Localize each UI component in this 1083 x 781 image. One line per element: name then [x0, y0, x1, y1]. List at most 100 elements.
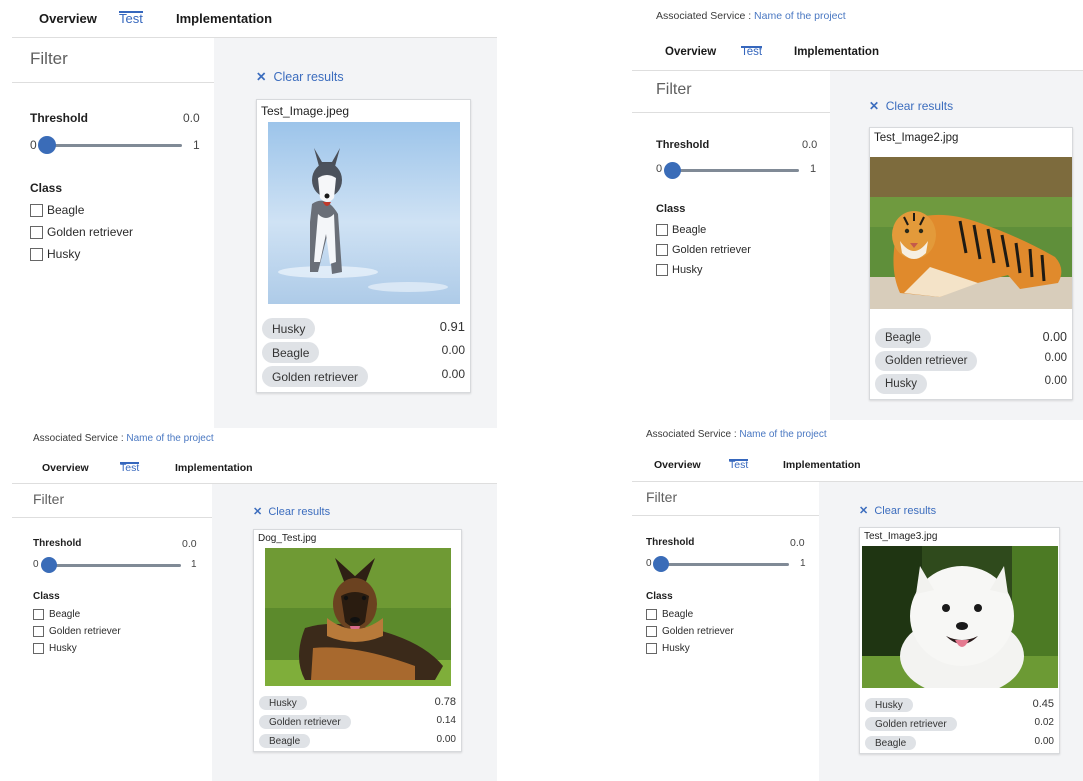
german-shepherd-photo [265, 548, 451, 686]
prediction-score: 0.02 [1034, 717, 1054, 728]
threshold-slider-track[interactable] [666, 169, 799, 172]
prediction-label-pill: Beagle [865, 736, 917, 750]
tab-overview[interactable]: Overview [654, 459, 701, 471]
threshold-slider-handle[interactable] [664, 162, 681, 179]
filter-divider [632, 112, 830, 113]
tiger-photo [870, 157, 1072, 309]
project-name-link[interactable]: Name of the project [126, 433, 213, 444]
checkbox[interactable] [656, 243, 668, 256]
clear-results-label: Clear results [874, 505, 937, 517]
associated-service: Associated Service : Name of the project [646, 429, 827, 440]
result-card: Dog_Test.jpg Husky 0.78 Golden retriever… [253, 529, 462, 752]
checkbox[interactable] [30, 203, 43, 217]
class-label: Class [30, 181, 63, 195]
result-card: Test_Image2.jpg Beagle 0.00 Golden retri… [869, 127, 1073, 400]
close-icon: ✕ [859, 505, 869, 517]
checkbox[interactable] [30, 225, 43, 239]
slider-min-label: 0 [33, 559, 39, 570]
prediction-label-pill: Golden retriever [262, 366, 369, 387]
checkbox[interactable] [656, 263, 668, 276]
tab-bar: Overview Test Implementation [0, 454, 497, 484]
prediction-score: 0.78 [434, 696, 456, 708]
checkbox[interactable] [33, 608, 44, 620]
threshold-slider-track[interactable] [40, 144, 182, 147]
classifier-panel-tiger: Associated Service : Name of the project… [632, 0, 1083, 420]
clear-results-button[interactable]: ✕ Clear results [256, 69, 344, 84]
tab-test[interactable]: Test [119, 11, 143, 26]
threshold-slider-handle[interactable] [38, 136, 56, 154]
husky-photo [268, 122, 460, 304]
filter-title: Filter [646, 489, 678, 505]
threshold-value: 0.0 [183, 111, 200, 125]
prediction-score: 0.00 [1042, 330, 1067, 344]
image-file-name: Test_Image3.jpg [864, 531, 938, 542]
prediction-score: 0.14 [436, 715, 456, 726]
class-option-golden-retriever[interactable]: Golden retriever [33, 624, 121, 638]
close-icon: ✕ [256, 70, 267, 84]
prediction-score: 0.00 [1044, 352, 1067, 364]
checkbox[interactable] [33, 625, 44, 637]
class-option-golden-retriever[interactable]: Golden retriever [656, 242, 751, 257]
class-option-husky[interactable]: Husky [646, 641, 690, 655]
associated-service: Associated Service : Name of the project [33, 433, 214, 444]
class-option-label: Husky [662, 642, 690, 654]
prediction-score: 0.00 [1034, 736, 1054, 747]
project-name-link[interactable]: Name of the project [739, 429, 826, 440]
tab-implementation[interactable]: Implementation [176, 11, 272, 26]
threshold-slider-track[interactable] [42, 564, 181, 567]
class-option-husky[interactable]: Husky [656, 262, 703, 277]
tab-test[interactable]: Test [120, 462, 140, 474]
class-option-label: Beagle [49, 608, 81, 620]
threshold-label: Threshold [646, 537, 695, 548]
checkbox[interactable] [30, 247, 43, 261]
clear-results-button[interactable]: ✕ Clear results [869, 99, 953, 113]
tab-overview[interactable]: Overview [665, 46, 716, 58]
slider-max-label: 1 [810, 163, 817, 175]
tab-overview[interactable]: Overview [42, 462, 89, 474]
class-option-beagle[interactable]: Beagle [646, 607, 693, 621]
class-option-golden-retriever[interactable]: Golden retriever [646, 624, 734, 638]
tab-implementation[interactable]: Implementation [175, 462, 253, 474]
class-option-beagle[interactable]: Beagle [30, 202, 84, 218]
prediction-score: 0.00 [436, 734, 456, 745]
associated-service-label: Associated Service : [656, 10, 755, 22]
result-card: Test_Image3.jpg Husky 0.45 Golden retrie… [859, 527, 1060, 754]
checkbox[interactable] [646, 642, 657, 654]
checkbox[interactable] [646, 625, 657, 637]
slider-min-label: 0 [656, 163, 663, 175]
slider-min-label: 0 [646, 558, 652, 569]
project-name-link[interactable]: Name of the project [754, 10, 846, 22]
class-option-label: Husky [49, 642, 77, 654]
prediction-score: 0.00 [441, 367, 465, 381]
threshold-value: 0.0 [802, 139, 818, 151]
class-option-label: Golden retriever [672, 243, 751, 256]
prediction-label-pill: Husky [259, 696, 307, 710]
tab-implementation[interactable]: Implementation [794, 46, 879, 58]
checkbox[interactable] [656, 223, 668, 236]
class-option-husky[interactable]: Husky [33, 641, 77, 655]
class-option-label: Husky [672, 263, 703, 276]
class-option-golden-retriever[interactable]: Golden retriever [30, 224, 133, 240]
threshold-value: 0.0 [182, 538, 197, 550]
class-option-husky[interactable]: Husky [30, 246, 80, 262]
threshold-slider-track[interactable] [654, 563, 789, 566]
prediction-label-pill: Beagle [259, 734, 311, 748]
class-option-beagle[interactable]: Beagle [33, 607, 80, 621]
class-option-beagle[interactable]: Beagle [656, 222, 706, 237]
tab-overview[interactable]: Overview [39, 11, 97, 26]
filter-title: Filter [30, 49, 68, 68]
class-option-label: Golden retriever [47, 225, 134, 239]
tab-test[interactable]: Test [741, 46, 763, 58]
clear-results-button[interactable]: ✕ Clear results [253, 505, 330, 518]
checkbox[interactable] [646, 608, 657, 620]
threshold-slider-handle[interactable] [653, 556, 669, 572]
result-card: Test_Image.jpeg Husky 0.91 Beagle 0.00 G… [256, 99, 471, 393]
tab-test[interactable]: Test [729, 459, 749, 471]
tab-bar: Overview Test Implementation [0, 0, 497, 38]
clear-results-button[interactable]: ✕ Clear results [859, 504, 936, 517]
class-option-label: Beagle [662, 608, 694, 620]
class-label: Class [656, 203, 686, 215]
tab-implementation[interactable]: Implementation [783, 459, 861, 471]
threshold-slider-handle[interactable] [41, 557, 57, 573]
checkbox[interactable] [33, 642, 44, 654]
